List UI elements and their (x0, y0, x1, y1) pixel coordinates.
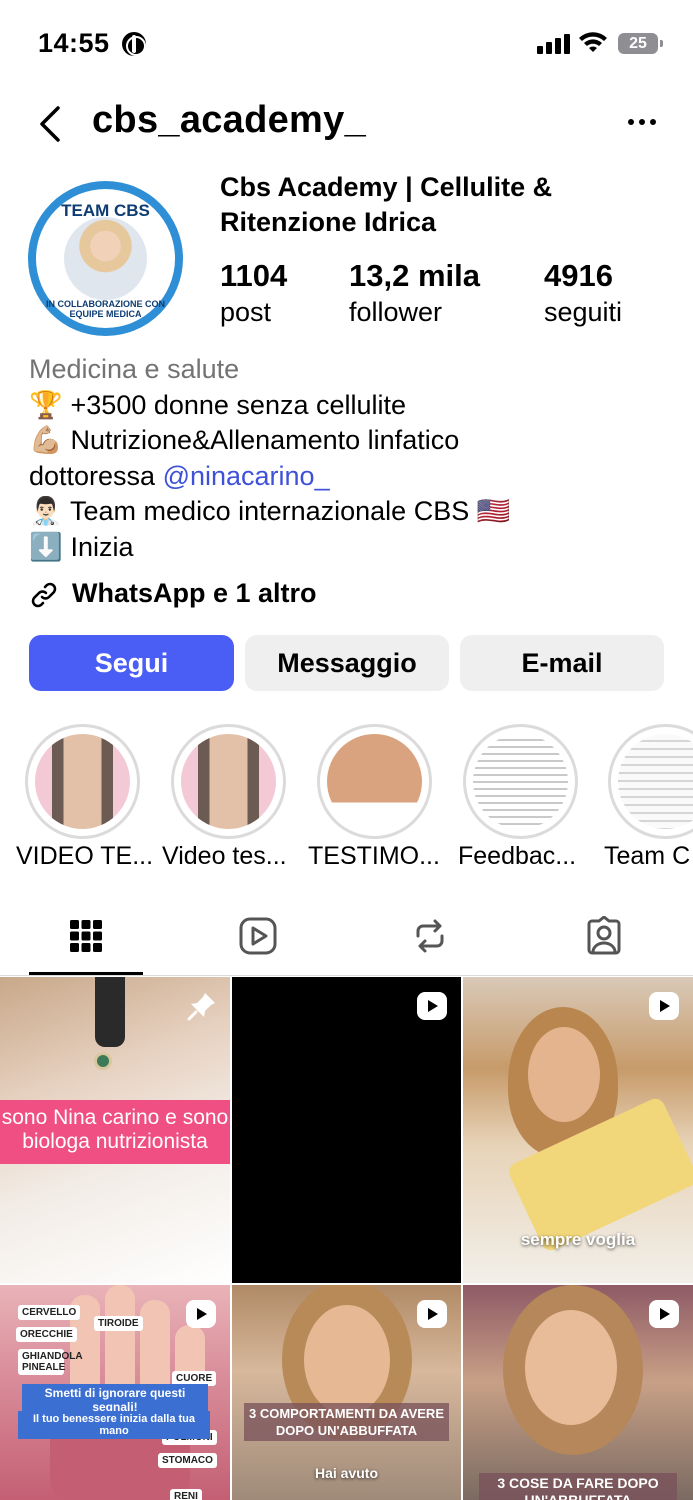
post-tile[interactable]: 3 COSE DA FARE DOPO UN'ABBUFFATA (463, 1285, 693, 1500)
bio-line: 💪🏼 Nutrizione&Allenamento linfatico (29, 423, 669, 459)
trophy-icon: 🏆 (29, 389, 63, 420)
highlight-label: Team C (604, 842, 691, 870)
reel-icon (186, 1300, 216, 1328)
reel-icon (649, 992, 679, 1020)
message-button[interactable]: Messaggio (245, 635, 449, 691)
highlight-item[interactable] (25, 724, 140, 839)
organ-tag: GHIANDOLA PINEALE (18, 1349, 83, 1375)
grid-icon[interactable] (66, 916, 106, 956)
highlight-label: Video tes... (162, 842, 287, 870)
battery-icon: 25 (618, 33, 663, 54)
back-arrow-icon[interactable] (36, 104, 64, 144)
organ-tag: ORECCHIE (16, 1327, 77, 1342)
more-options-icon[interactable] (624, 112, 660, 132)
highlight-label: VIDEO TE... (16, 842, 154, 870)
highlight-item[interactable] (463, 724, 578, 839)
highlight-item[interactable] (317, 724, 432, 839)
status-time: 14:55 (38, 28, 110, 58)
down-arrow-icon: ⬇️ (29, 531, 63, 562)
flexed-biceps-icon: 💪🏼 (29, 425, 63, 455)
post-caption: sono Nina carino e sono biologa nutrizio… (1, 1106, 229, 1153)
divider (0, 975, 693, 976)
organ-tag: TIROIDE (94, 1316, 143, 1331)
reel-icon (649, 1300, 679, 1328)
followers-label: follower (349, 297, 443, 327)
highlight-label: Feedbac... (458, 842, 577, 870)
reel-icon (417, 1300, 447, 1328)
highlight-item[interactable] (171, 724, 286, 839)
bio-line: 👨🏻‍⚕️ Team medico internazionale CBS 🇺🇸 (29, 494, 669, 530)
signal-icon (537, 34, 571, 54)
post-caption: 3 COMPORTAMENTI DA AVERE DOPO UN'ABBUFFA… (244, 1403, 449, 1441)
post-caption: sempre voglia (520, 1230, 636, 1249)
highlight-label: TESTIMO... (308, 842, 440, 870)
following-stat[interactable]: 4916 seguiti (544, 258, 622, 330)
avatar-arc-text: IN COLLABORAZIONE CON EQUIPE MEDICA (46, 299, 165, 319)
pin-icon (187, 993, 215, 1021)
repost-icon[interactable] (410, 916, 450, 956)
post-tile[interactable] (232, 977, 461, 1283)
followers-stat[interactable]: 13,2 mila follower (349, 258, 480, 330)
follow-button[interactable]: Segui (29, 635, 234, 691)
link-icon (31, 582, 57, 608)
post-caption: 3 COSE DA FARE DOPO UN'ABBUFFATA (479, 1473, 677, 1500)
tagged-icon[interactable] (584, 916, 624, 956)
post-caption: Hai avuto (314, 1465, 378, 1481)
reels-icon[interactable] (238, 916, 278, 956)
organ-tag: RENI (170, 1489, 202, 1500)
post-tile[interactable]: CERVELLO ORECCHIE GHIANDOLA PINEALE TIRO… (0, 1285, 230, 1500)
highlight-item[interactable] (608, 724, 693, 839)
organ-tag: CERVELLO (18, 1305, 81, 1320)
posts-label: post (220, 297, 272, 327)
post-caption: Il tuo benessere inizia dalla tua mano (18, 1411, 210, 1439)
bio-line: dottoressa @ninacarino_ (29, 460, 330, 491)
wifi-icon (579, 32, 607, 52)
globe-icon (122, 32, 146, 56)
avatar-photo (64, 217, 147, 300)
bio-line: 🏆 +3500 donne senza cellulite (29, 388, 669, 424)
organ-tag: STOMACO (158, 1453, 217, 1468)
profile-category: Medicina e salute (29, 354, 240, 384)
profile-bio: Medicina e salute 🏆 +3500 donne senza ce… (29, 352, 669, 565)
post-tile[interactable]: 3 COMPORTAMENTI DA AVERE DOPO UN'ABBUFFA… (232, 1285, 461, 1500)
doctor-icon: 👨🏻‍⚕️ (29, 496, 63, 526)
following-count: 4916 (544, 258, 613, 293)
posts-count: 1104 (220, 258, 288, 293)
followers-count: 13,2 mila (349, 258, 480, 293)
profile-full-name: Cbs Academy | Cellulite & Ritenzione Idr… (220, 172, 553, 237)
status-bar: 14:55 25 (0, 0, 693, 90)
mention-link[interactable]: @ninacarino_ (163, 461, 330, 491)
post-tile[interactable]: sempre voglia (463, 977, 693, 1283)
posts-stat[interactable]: 1104 post (220, 258, 287, 330)
us-flag-icon: 🇺🇸 (476, 496, 511, 526)
link-label: WhatsApp e 1 altro (72, 578, 317, 608)
bio-line: ⬇️ Inizia (29, 530, 669, 566)
reel-icon (417, 992, 447, 1020)
following-label: seguiti (544, 297, 623, 327)
email-button[interactable]: E-mail (460, 635, 664, 691)
avatar[interactable]: TEAM CBS IN COLLABORAZIONE CON EQUIPE ME… (28, 181, 183, 336)
profile-username: cbs_academy_ (92, 99, 367, 141)
